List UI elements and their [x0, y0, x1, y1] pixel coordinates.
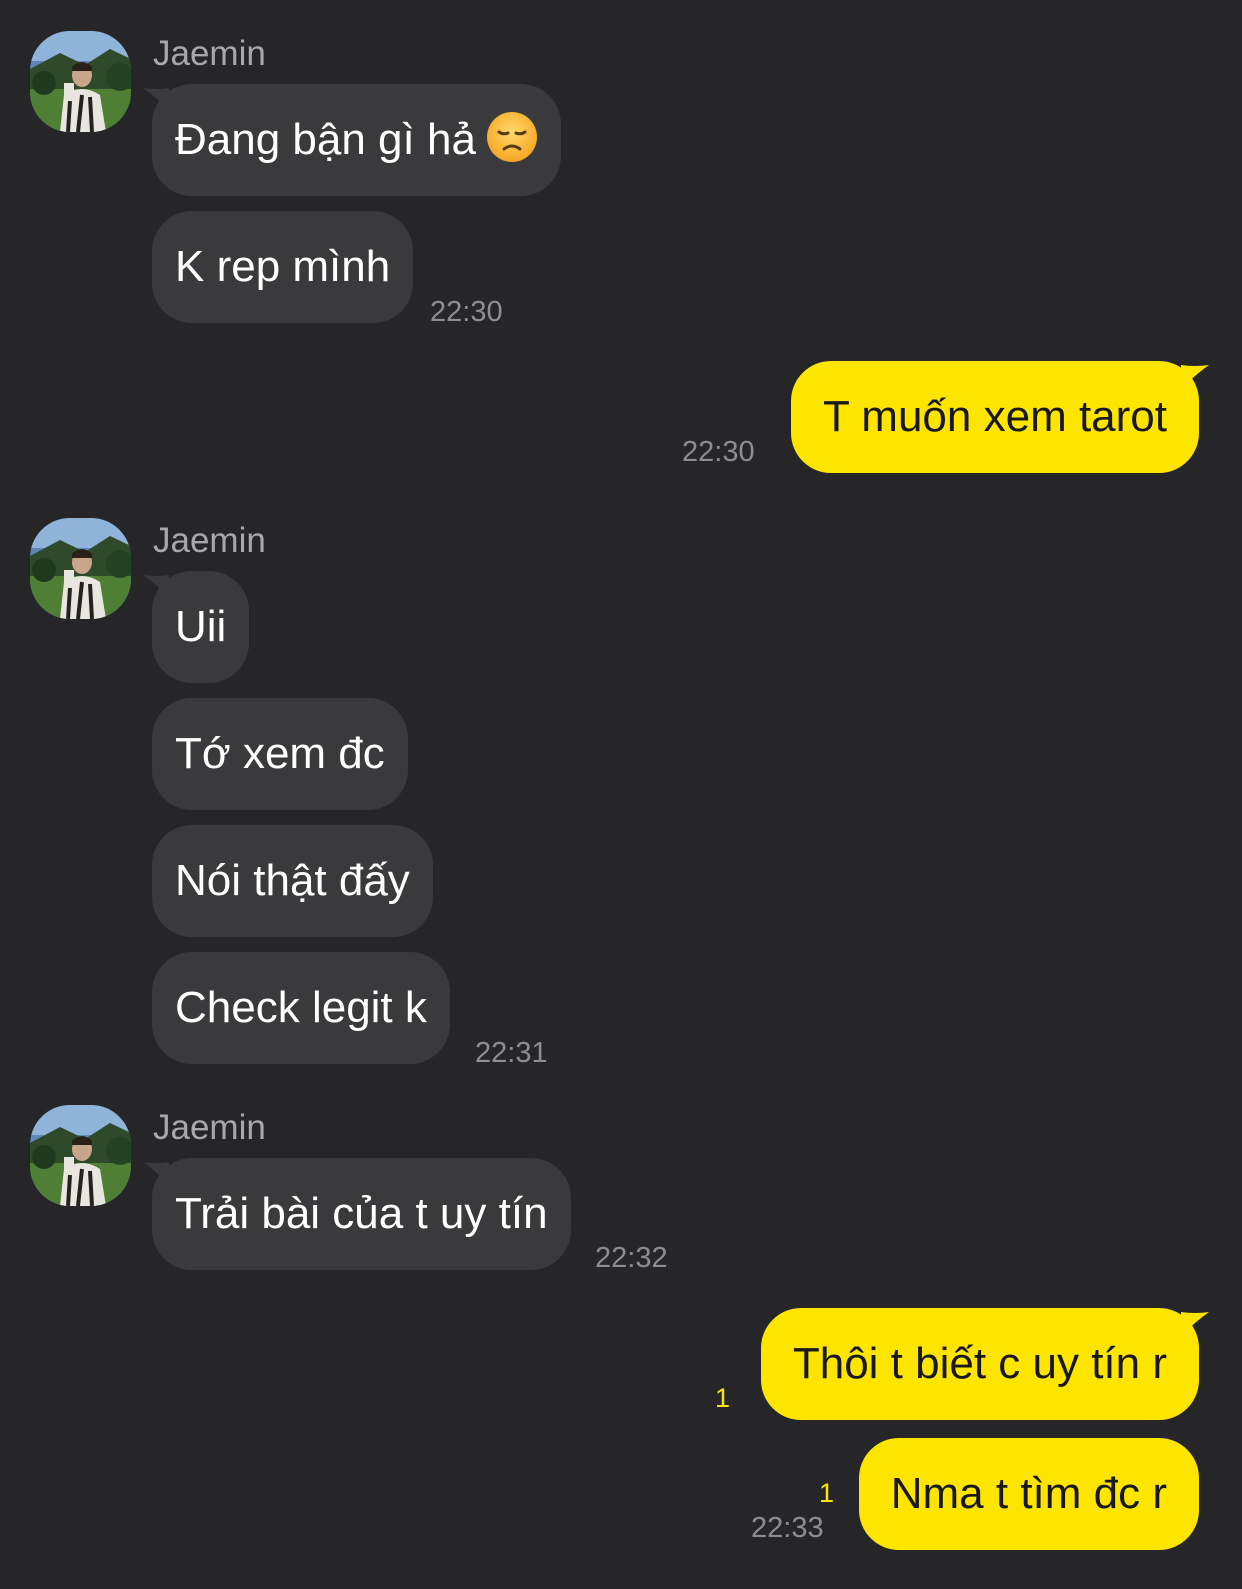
message-text: Tớ xem đc: [175, 729, 385, 778]
message-text: Đang bận gì hả: [175, 115, 476, 164]
message-time: 22:30: [430, 296, 503, 328]
outgoing-message[interactable]: T muốn xem tarot: [791, 361, 1199, 473]
incoming-message[interactable]: Đang bận gì hả: [152, 84, 561, 196]
message-text: Check legit k: [175, 983, 427, 1032]
message-time: 22:32: [595, 1242, 668, 1274]
avatar[interactable]: [30, 1105, 131, 1206]
message-text: K rep mình: [175, 242, 391, 291]
avatar-photo: [30, 31, 131, 132]
message-time: 22:33: [751, 1512, 824, 1544]
unread-count: 1: [819, 1478, 835, 1508]
message-text: T muốn xem tarot: [823, 392, 1167, 441]
message-text: Thôi t biết c uy tín r: [792, 1339, 1167, 1388]
avatar[interactable]: [30, 518, 131, 619]
message-text: Nma t tìm đc r: [890, 1469, 1167, 1518]
disappointed-face-emoji: [486, 112, 537, 162]
avatar-photo: [30, 1105, 131, 1206]
sender-name: Jaemin: [153, 34, 266, 73]
incoming-message[interactable]: K rep mình: [152, 211, 414, 323]
outgoing-message[interactable]: Nma t tìm đc r: [858, 1438, 1199, 1550]
incoming-message[interactable]: Trải bài của t uy tín: [152, 1158, 571, 1270]
incoming-message[interactable]: Nói thật đấy: [152, 825, 433, 937]
avatar-photo: [30, 518, 131, 619]
message-text: Uii: [175, 602, 227, 651]
outgoing-message[interactable]: Thôi t biết c uy tín r: [760, 1308, 1199, 1420]
chat-screen: { "colors": { "background": "#262628", "…: [0, 0, 1242, 1589]
sender-name: Jaemin: [153, 1108, 266, 1147]
incoming-message[interactable]: Tớ xem đc: [152, 698, 408, 810]
incoming-message[interactable]: Check legit k: [152, 952, 450, 1064]
sender-name: Jaemin: [153, 521, 266, 560]
unread-count: 1: [715, 1383, 731, 1413]
incoming-message[interactable]: Uii: [152, 571, 250, 683]
message-text: Trải bài của t uy tín: [175, 1189, 548, 1238]
message-text: Nói thật đấy: [175, 856, 410, 905]
message-time: 22:30: [682, 436, 755, 468]
avatar[interactable]: [30, 31, 131, 132]
message-time: 22:31: [475, 1037, 548, 1069]
